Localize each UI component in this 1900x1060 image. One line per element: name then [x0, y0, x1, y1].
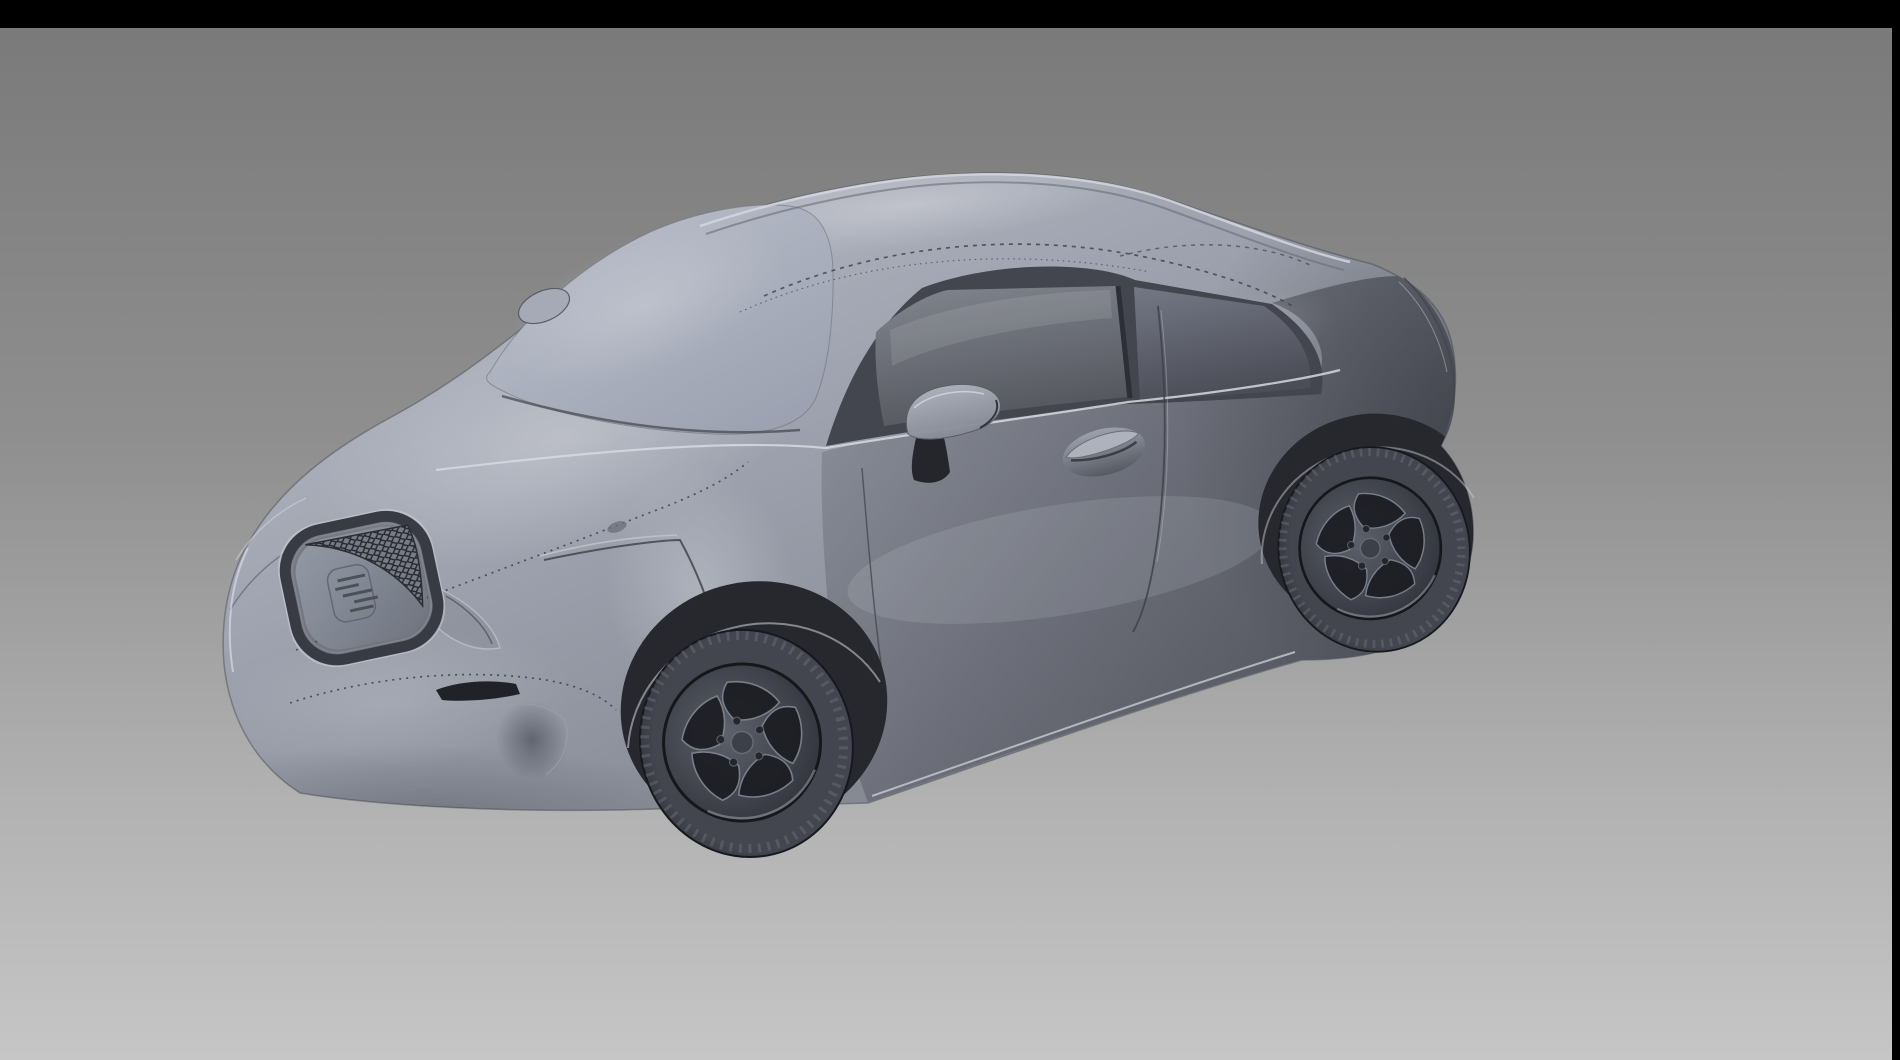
application-window	[0, 0, 1900, 1060]
car-model	[120, 120, 1760, 885]
rear-shading	[1180, 120, 1760, 740]
car-render	[0, 0, 1900, 1060]
cad-3d-viewport[interactable]	[0, 28, 1892, 1060]
